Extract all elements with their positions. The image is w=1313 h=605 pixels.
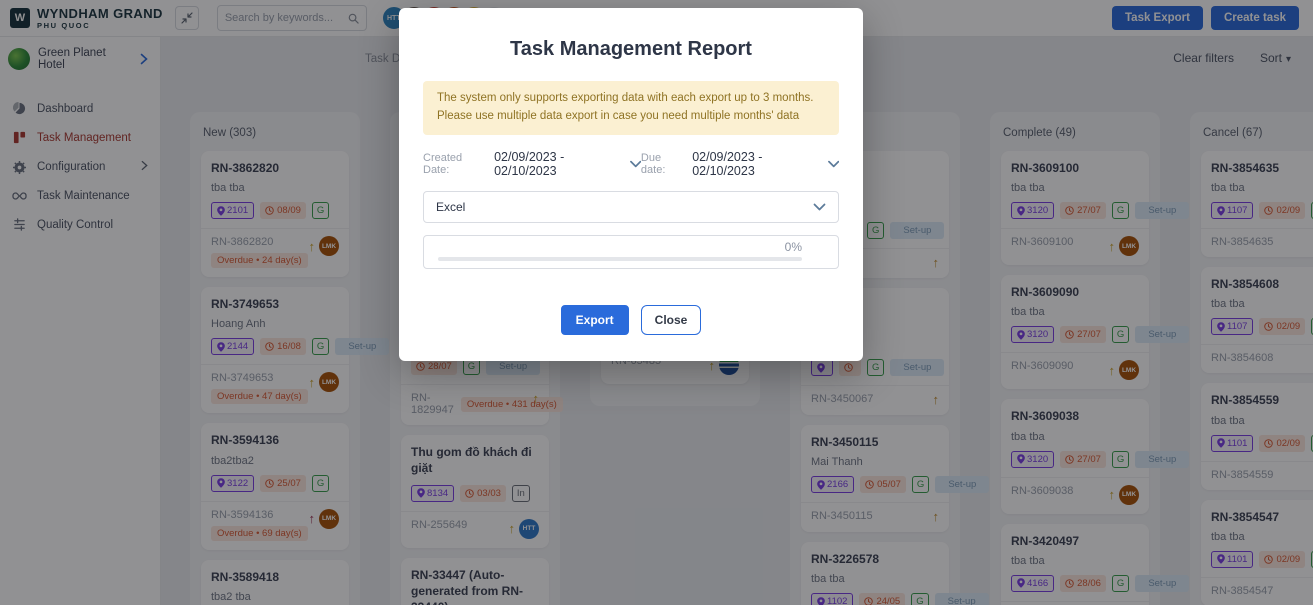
modal-actions: Export Close	[423, 305, 839, 335]
created-date-value: 02/09/2023 - 02/10/2023	[494, 150, 623, 178]
modal-title: Task Management Report	[423, 38, 839, 61]
due-date-dropdown[interactable]: Due date: 02/09/2023 - 02/10/2023	[641, 150, 839, 178]
created-date-label: Created Date:	[423, 152, 488, 176]
chevron-down-icon	[813, 203, 826, 211]
created-date-dropdown[interactable]: Created Date: 02/09/2023 - 02/10/2023	[423, 150, 641, 178]
export-progress: 0%	[423, 235, 839, 269]
export-format-value: Excel	[436, 200, 465, 214]
chevron-down-icon	[630, 160, 641, 168]
date-filters-row: Created Date: 02/09/2023 - 02/10/2023 Du…	[423, 150, 839, 178]
close-button[interactable]: Close	[641, 305, 702, 335]
export-warning-banner: The system only supports exporting data …	[423, 81, 839, 135]
due-date-label: Due date:	[641, 152, 686, 176]
progress-percent: 0%	[438, 240, 802, 254]
progress-track	[438, 257, 802, 261]
task-report-modal: Task Management Report The system only s…	[399, 8, 863, 361]
export-format-select[interactable]: Excel	[423, 191, 839, 223]
export-button[interactable]: Export	[561, 305, 629, 335]
due-date-value: 02/09/2023 - 02/10/2023	[692, 150, 821, 178]
chevron-down-icon	[828, 160, 839, 168]
